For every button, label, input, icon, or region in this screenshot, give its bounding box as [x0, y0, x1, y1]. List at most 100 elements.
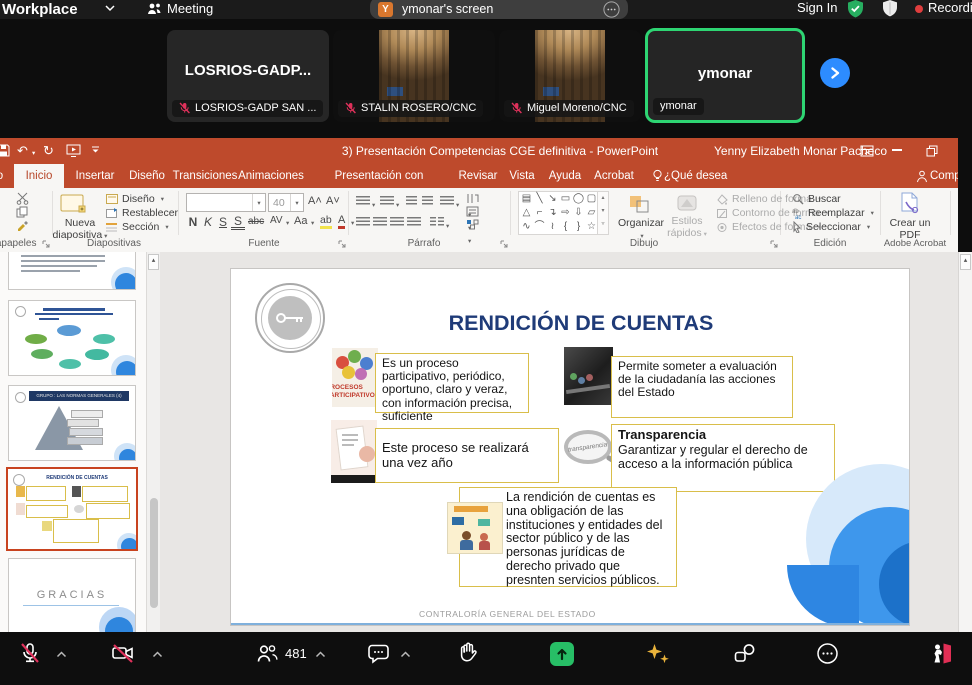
font-name-combobox[interactable]: ▾ [186, 193, 266, 212]
font-size-combobox[interactable]: 40▾ [268, 193, 304, 212]
create-pdf-icon[interactable] [898, 192, 922, 216]
qat-customize-arrow[interactable] [91, 146, 100, 154]
textbox-evaluacion[interactable]: Permite someter a evaluación de la ciuda… [611, 356, 793, 418]
bold-button[interactable]: N [186, 215, 200, 229]
scroll-up-button[interactable]: ▴ [960, 254, 971, 270]
line-spacing-button[interactable]: ▾ [440, 194, 459, 212]
restore-icon[interactable] [926, 145, 938, 157]
paragraph-dialog-launcher[interactable] [500, 240, 508, 248]
font-dialog-launcher[interactable] [338, 240, 346, 248]
copy-icon[interactable] [16, 206, 29, 218]
drawing-dialog-launcher[interactable] [770, 240, 778, 248]
slide-thumbnail-3[interactable]: GRUPO : LAS NORMAS GENERALES (4) [8, 385, 136, 461]
justify-button[interactable] [407, 215, 421, 233]
format-painter-icon[interactable] [16, 219, 29, 231]
slide-thumbnail-5[interactable]: GRACIAS [8, 558, 136, 632]
tab-insertar[interactable]: Insertar [68, 164, 122, 188]
ai-companion-icon[interactable] [644, 642, 672, 666]
undo-dropdown-arrow[interactable]: ▾ [32, 149, 35, 157]
rendicion-cartoon-image[interactable] [447, 502, 503, 554]
layout-button[interactable]: Diseño▾ [106, 193, 164, 205]
paste-button[interactable]: Pegar [0, 221, 14, 233]
decrease-indent-button[interactable] [406, 194, 417, 212]
main-scrollbar[interactable]: ▴ [958, 252, 972, 632]
leave-icon[interactable] [929, 641, 954, 665]
align-left-button[interactable] [356, 215, 370, 233]
tab-revisar[interactable]: Revisar [454, 164, 502, 188]
convert-smartart-button[interactable]: ▾ [466, 219, 479, 248]
increase-indent-button[interactable] [422, 194, 433, 212]
character-spacing-button[interactable]: AV [270, 215, 283, 226]
workspace-menu[interactable]: Workplace [2, 1, 78, 18]
slide-thumbnail-2[interactable] [8, 300, 136, 376]
replace-button[interactable]: abacReemplazar▾ [792, 207, 874, 219]
section-button[interactable]: Sección▾ [106, 221, 169, 233]
undo-button[interactable]: ↶ [17, 144, 28, 157]
tab-ayuda[interactable]: Ayuda [542, 164, 588, 188]
shapes-scrollbar[interactable]: ▴▾▿ [597, 191, 609, 235]
new-slide-icon[interactable] [60, 193, 86, 215]
screen-share-pill[interactable]: Y ymonar's screen [370, 0, 628, 19]
participant-tile[interactable]: Miguel Moreno/CNC [499, 30, 641, 122]
change-case-button[interactable]: Aa [294, 215, 307, 227]
reset-button[interactable]: Restablecer [106, 207, 178, 219]
align-right-button[interactable] [390, 215, 404, 233]
meeting-tab[interactable]: Meeting [167, 1, 213, 16]
shield-icon[interactable] [881, 0, 899, 17]
stop-video-icon[interactable] [111, 643, 135, 664]
slide-title[interactable]: RENDICIÓN DE CUENTAS [391, 311, 771, 336]
pill-more-icon[interactable] [603, 1, 620, 18]
textbox-proceso-participativo[interactable]: Es un proceso participativo, periódico, … [375, 353, 529, 413]
participants-icon[interactable] [255, 643, 280, 664]
minimize-icon[interactable] [892, 149, 902, 151]
redo-button[interactable]: ↻ [43, 144, 54, 157]
recording-indicator[interactable]: Recording [928, 0, 972, 15]
participant-tile[interactable]: STALIN ROSERO/CNC [333, 30, 495, 122]
shapes-gallery[interactable]: ▤╲↘▭◯▢ △⌐↴⇨⇩▱ ∿⌒≀{}☆ [518, 191, 599, 235]
mute-audio-icon[interactable] [19, 642, 41, 664]
bullets-button[interactable]: ▾ [356, 194, 375, 212]
tab-diseno[interactable]: Diseño [122, 164, 172, 188]
select-button[interactable]: Seleccionar▾ [792, 221, 870, 233]
proceso-image[interactable] [331, 420, 377, 483]
columns-button[interactable]: ▾ [430, 215, 449, 233]
align-center-button[interactable] [373, 215, 387, 233]
video-options-caret[interactable] [152, 651, 163, 658]
next-participants-button[interactable] [820, 58, 850, 88]
double-underline-button[interactable]: S [231, 215, 245, 230]
participant-tile[interactable]: LOSRIOS-GADP... LOSRIOS-GADP SAN ... [167, 30, 329, 122]
slideshow-icon[interactable] [66, 144, 82, 158]
italic-button[interactable]: K [201, 215, 215, 229]
save-icon[interactable] [0, 144, 10, 157]
procesos-participativos-image[interactable]: PROCESOS PARTICIPATIVOS [332, 348, 378, 407]
scrollbar-thumb[interactable] [150, 498, 158, 608]
tab-presentacion[interactable]: Presentación con diapositivas [304, 164, 454, 188]
tab-vista[interactable]: Vista [502, 164, 542, 188]
grow-font-button[interactable]: A˄ [308, 195, 322, 207]
more-icon[interactable] [816, 642, 839, 665]
find-button[interactable]: Buscar [792, 193, 841, 205]
tab-archivo[interactable]: Archivo [0, 164, 12, 188]
numbering-button[interactable]: ▾ [380, 194, 399, 212]
slide-canvas[interactable]: RENDICIÓN DE CUENTAS PROCESOS PARTICIPAT… [230, 268, 910, 626]
participant-tile-active[interactable]: ymonar ymonar [645, 28, 805, 123]
chat-options-caret[interactable] [400, 651, 411, 658]
text-highlight-button[interactable]: ab [320, 215, 332, 229]
share-person-icon[interactable] [916, 170, 928, 183]
arrange-icon[interactable] [628, 194, 650, 214]
chat-icon[interactable] [367, 643, 391, 665]
textbox-transparencia[interactable]: Transparencia Garantizar y regular el de… [611, 424, 835, 492]
contraloria-logo[interactable] [255, 283, 325, 353]
textbox-proceso[interactable]: Este proceso se realizará una vez año [375, 428, 559, 483]
clipboard-dialog-launcher[interactable] [42, 240, 50, 248]
ribbon-display-options-icon[interactable] [860, 145, 874, 157]
audio-options-caret[interactable] [56, 651, 67, 658]
slide-thumbnail-4-selected[interactable]: RENDICIÓN DE CUENTAS [6, 467, 138, 551]
apps-icon[interactable] [733, 643, 756, 664]
tab-transiciones[interactable]: Transiciones [172, 164, 238, 188]
sign-in-button[interactable]: Sign In [797, 0, 837, 15]
strikethrough-button[interactable]: abc [248, 216, 264, 227]
tab-inicio[interactable]: Inicio [14, 164, 64, 188]
panel-scrollbar[interactable]: ▴ [146, 252, 160, 632]
tell-me-box[interactable]: ¿Qué desea hacer? [664, 164, 764, 188]
